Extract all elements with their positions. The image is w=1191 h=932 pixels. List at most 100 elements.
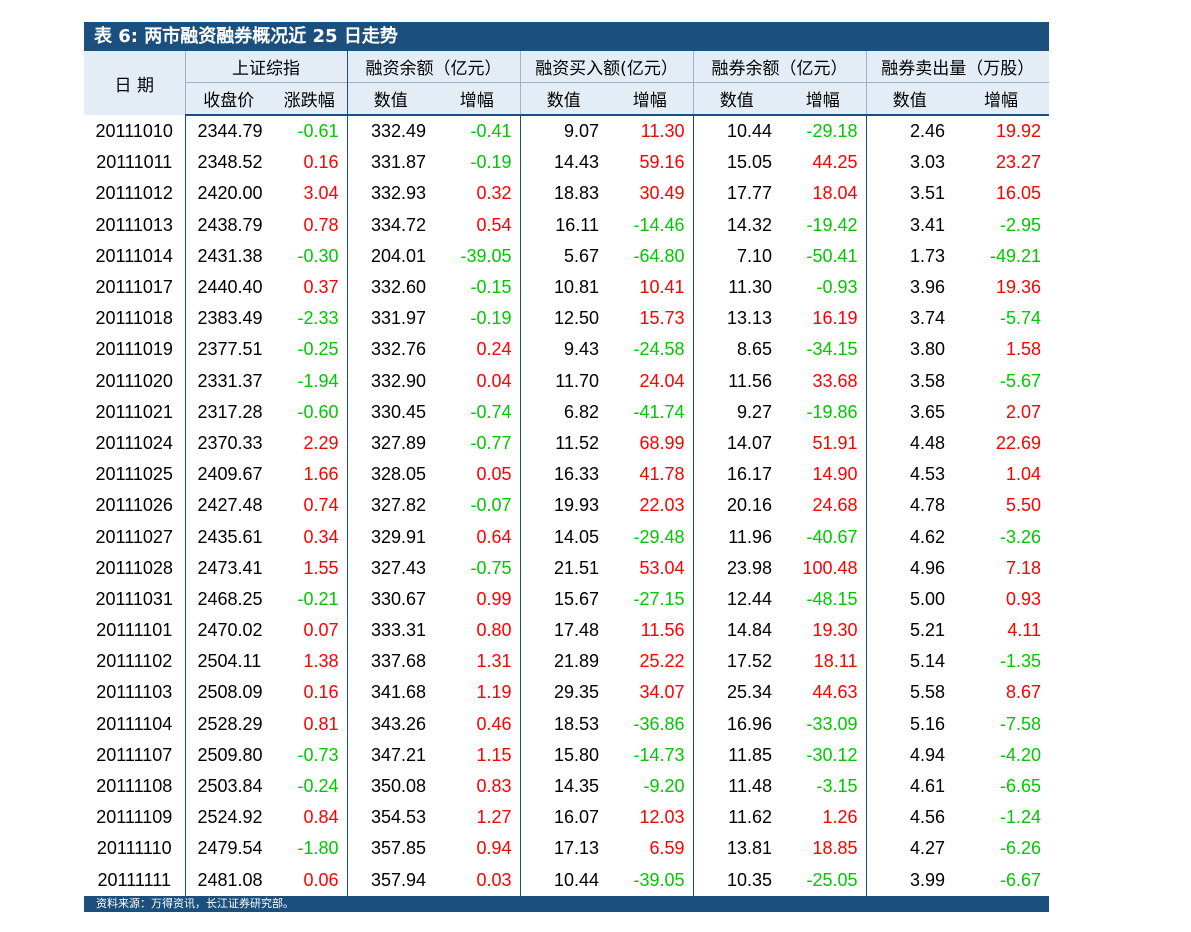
value-cell: 330.67 [370,588,426,609]
value-cell: 331.97 [370,308,426,329]
change-cell: 0.07 [272,615,348,647]
change-cell: -40.67 [780,521,867,553]
change-cell: -25.05 [780,864,867,896]
change-cell: -9.20 [607,770,694,803]
value-cell: 10.44 [553,869,599,890]
change-cell: 59.16 [607,147,694,179]
value-cell: 343.26 [370,713,426,734]
change-cell: 0.24 [434,334,521,366]
value-cell: 341.68 [370,682,426,703]
value-cell: 12.50 [553,308,599,329]
value-cell: 16.96 [726,713,773,734]
change-cell: -24.58 [607,334,694,366]
change-cell: 0.64 [434,521,521,553]
value-cell: 11.62 [728,807,773,828]
change-cell: -6.65 [999,776,1042,797]
value-cell: 2528.29 [197,713,263,734]
change-cell: 16.05 [995,183,1042,204]
value-cell: 13.13 [726,308,773,329]
value-cell: 17.52 [726,651,773,672]
change-cell: -3.15 [780,770,867,803]
value-cell: 357.94 [370,869,426,890]
table-row: 20111104 2528.29 0.81 343.26 0.46 18.53 -36.86… [84,708,1049,740]
change-cell: 19.92 [995,121,1042,142]
change-cell: -6.67 [999,869,1042,890]
table-row: 20111028 2473.41 1.55 327.43 -0.75 21.51 53.04… [84,552,1049,584]
date-cell: 20111024 [84,427,186,460]
value-cell: 2435.61 [197,526,263,547]
change-cell: -4.20 [999,744,1042,765]
change-cell: -0.07 [434,490,521,522]
value-cell: 2377.51 [197,339,263,360]
value-cell: 3.74 [909,308,946,329]
header-sub-change: 涨跌幅 [272,82,348,116]
change-cell: -0.19 [434,147,521,179]
header-sub-value: 数值 [520,82,607,116]
value-cell: 1.73 [909,245,946,266]
header-group-financing-buy: 融资买入额(亿元） [520,51,694,83]
header-sub-close: 收盘价 [185,82,272,116]
value-cell: 3.80 [909,339,946,360]
value-cell: 18.53 [553,713,599,734]
change-cell: 1.19 [434,677,521,709]
change-cell: 0.78 [272,209,348,241]
change-cell: -30.12 [780,739,867,771]
value-cell: 337.68 [370,651,426,672]
value-cell: 327.82 [370,495,426,516]
value-cell: 11.52 [555,432,599,453]
change-cell: 4.11 [1007,620,1042,641]
value-cell: 4.96 [909,557,946,578]
change-cell: 24.04 [607,365,694,397]
value-cell: 14.35 [553,776,599,797]
value-cell: 4.56 [909,807,946,828]
value-cell: 328.05 [370,464,426,485]
change-cell: 0.99 [434,583,521,615]
value-cell: 3.65 [909,401,946,422]
change-cell: 34.07 [607,677,694,709]
value-cell: 17.77 [726,183,773,204]
source-footnote: 资料来源：万得资讯，长江证券研究部。 [84,895,1049,912]
table-row: 20111031 2468.25 -0.21 330.67 0.99 15.67 -27.1… [84,583,1049,615]
change-cell: -33.09 [780,708,867,740]
change-cell: -2.95 [999,214,1042,235]
change-cell: 18.11 [780,646,867,678]
value-cell: 21.89 [553,651,599,672]
change-cell: -1.94 [272,365,348,397]
change-cell: -19.86 [780,396,867,428]
date-cell: 20111019 [84,334,186,366]
change-cell: -19.42 [780,209,867,241]
change-cell: -0.73 [272,739,348,771]
value-cell: 14.43 [553,152,599,173]
table-row: 20111111 2481.08 0.06 357.94 0.03 10.44 -39.05… [84,864,1049,896]
change-cell: 11.30 [607,115,694,148]
change-cell: -0.77 [434,427,521,460]
value-cell: 5.16 [909,713,946,734]
value-cell: 4.61 [909,776,946,797]
change-cell: -0.30 [272,240,348,272]
value-cell: 334.72 [370,214,426,235]
value-cell: 2508.09 [197,682,263,703]
value-cell: 11.56 [728,370,773,391]
value-cell: 10.81 [553,277,599,298]
table-row: 20111019 2377.51 -0.25 332.76 0.24 9.43 -24.58… [84,334,1049,366]
table-row: 20111108 2503.84 -0.24 350.08 0.83 14.35 -9.20… [84,770,1049,803]
change-cell: 1.15 [434,739,521,771]
change-cell: 14.90 [780,459,867,491]
value-cell: 2431.38 [197,245,263,266]
value-cell: 14.32 [726,214,773,235]
change-cell: -49.21 [989,245,1042,266]
value-cell: 2344.79 [197,121,263,142]
change-cell: -0.24 [272,770,348,803]
value-cell: 20.16 [726,495,773,516]
change-cell: -0.19 [434,303,521,335]
value-cell: 2440.40 [197,277,263,298]
table-row: 20111014 2431.38 -0.30 204.01 -39.05 5.67 -64.… [84,240,1049,272]
value-cell: 16.17 [726,464,773,485]
change-cell: 0.16 [272,147,348,179]
change-cell: 0.94 [434,833,521,865]
value-cell: 3.58 [909,370,946,391]
date-cell: 20111028 [84,552,186,584]
value-cell: 2427.48 [197,495,263,516]
change-cell: -64.80 [607,240,694,272]
value-cell: 18.83 [553,183,599,204]
